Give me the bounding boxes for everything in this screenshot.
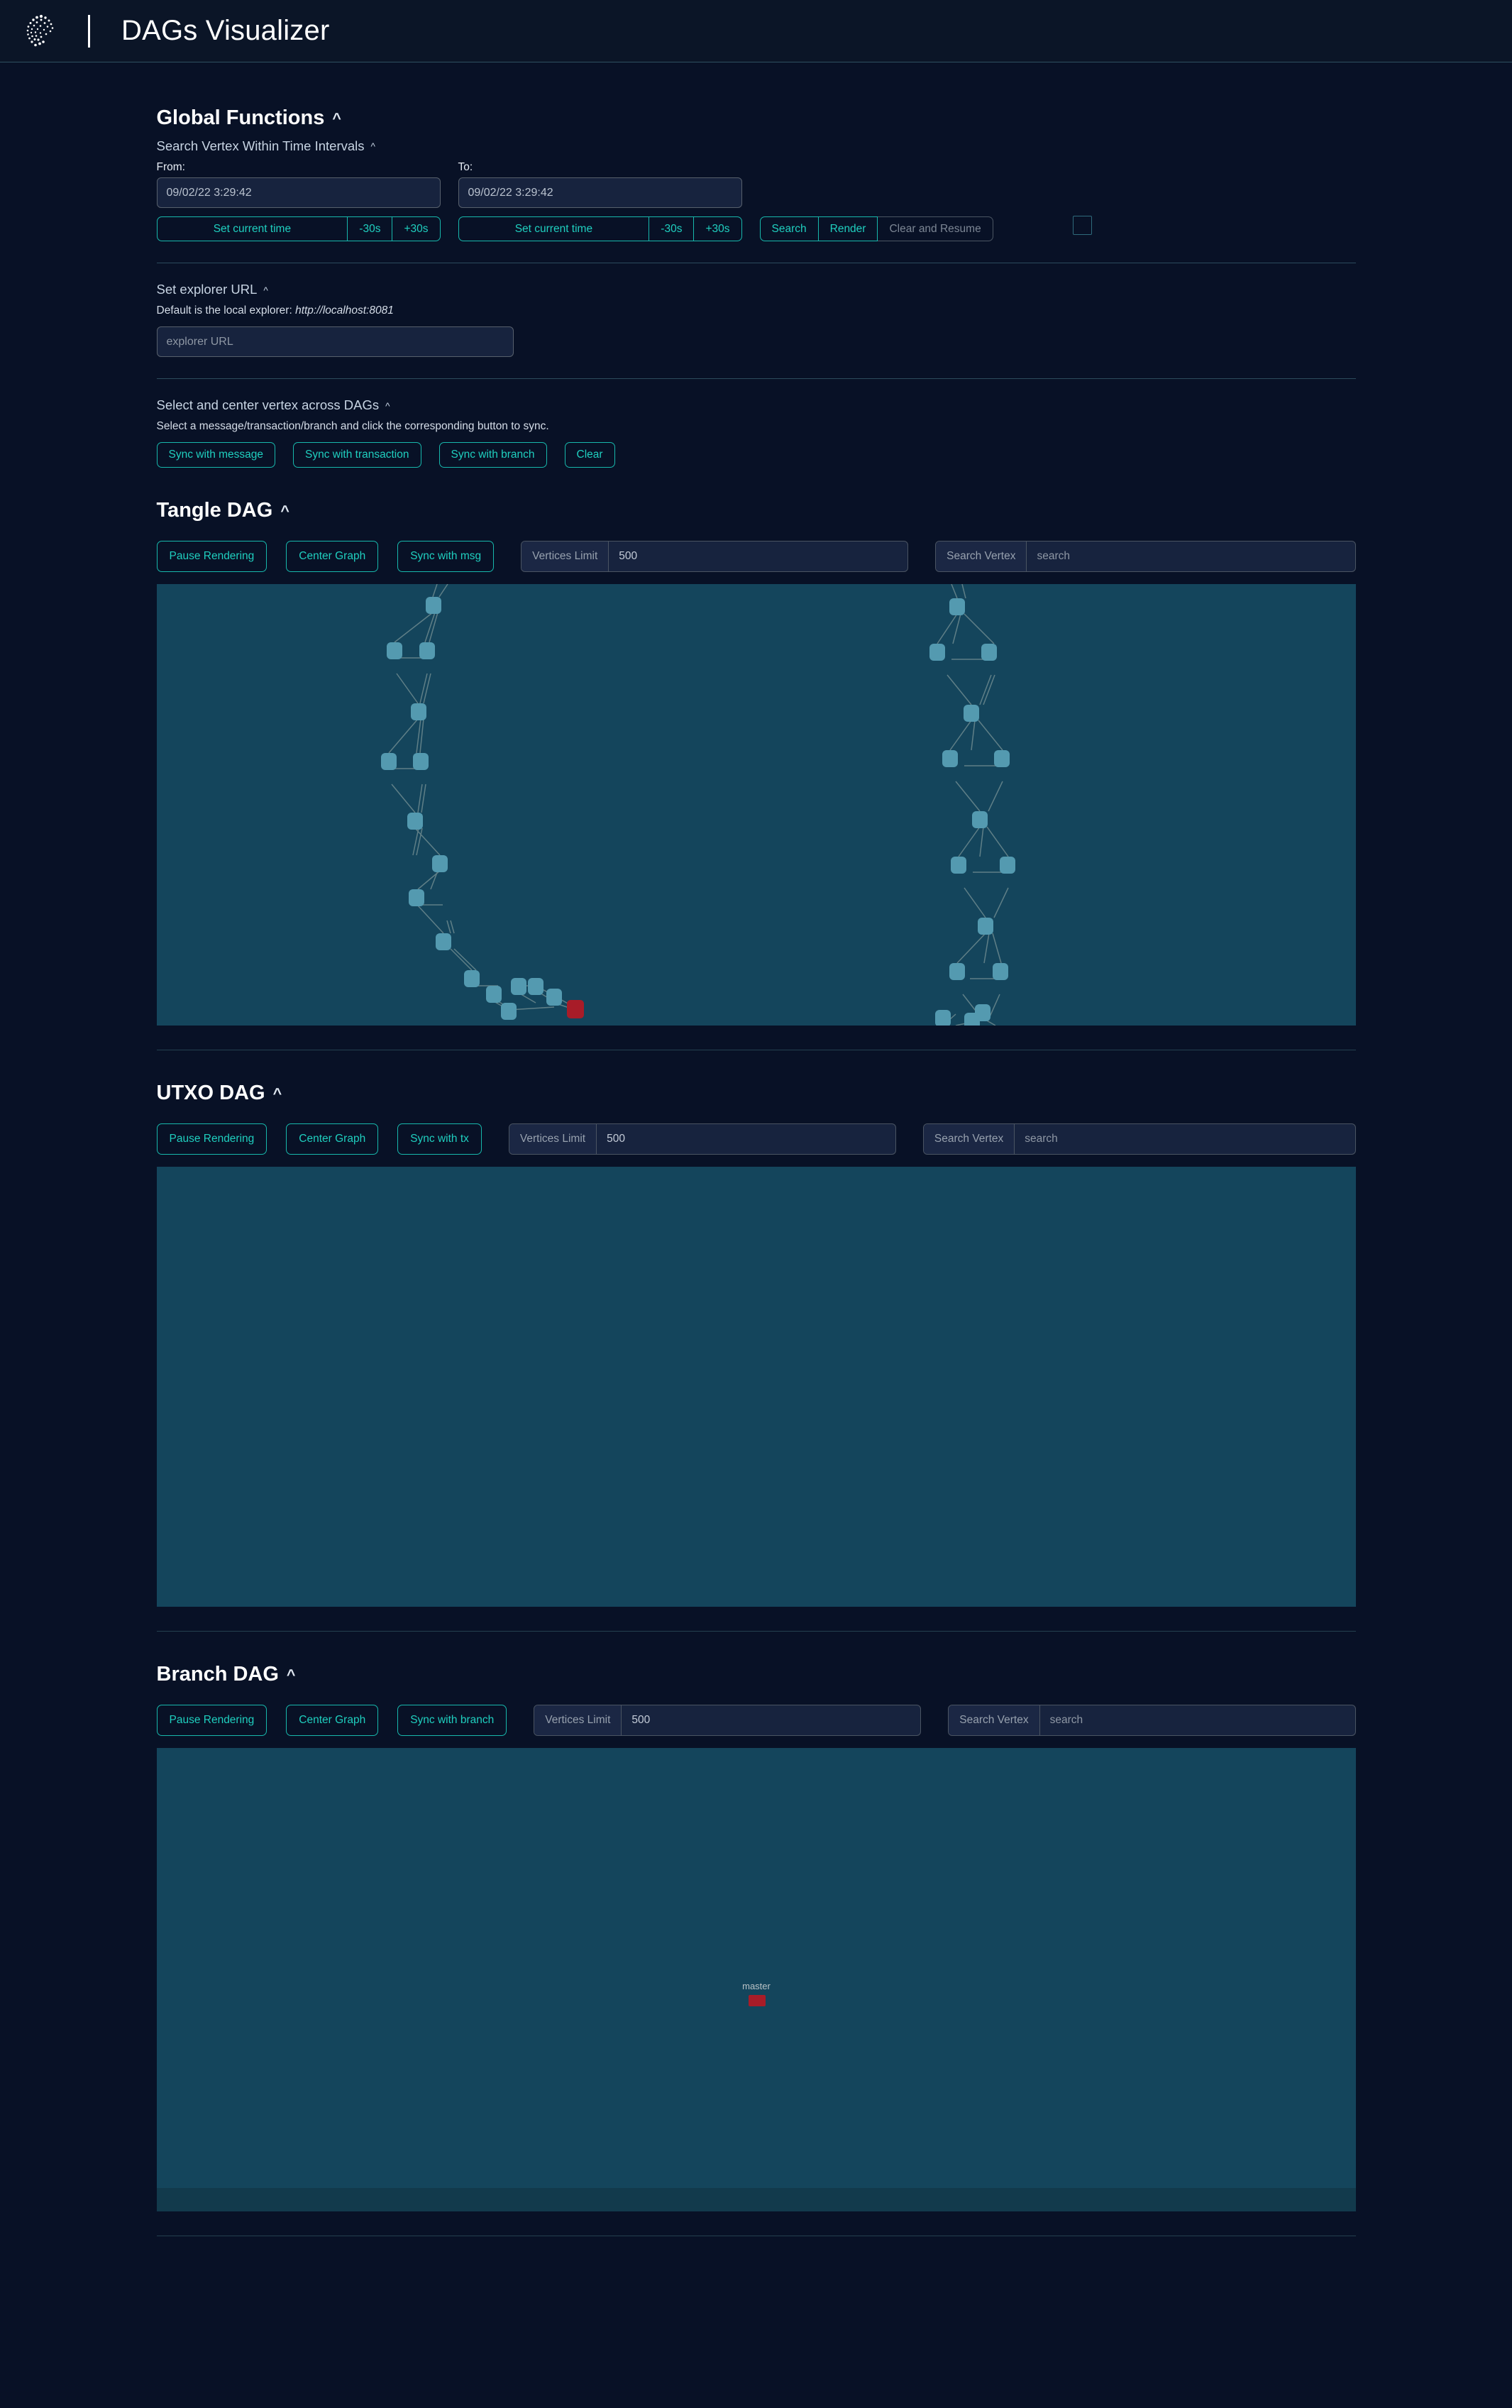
tangle-pause-rendering-button[interactable]: Pause Rendering — [156, 540, 267, 572]
time-search-title: Search Vertex Within Time Intervals — [156, 138, 365, 153]
utxo-sync-with-tx-button[interactable]: Sync with tx — [397, 1123, 482, 1155]
utxo-search-vertex-input[interactable] — [1015, 1123, 1355, 1154]
from-time-input[interactable] — [156, 177, 441, 208]
sync-across-description: Select a message/transaction/branch and … — [156, 420, 549, 433]
explorer-url-input[interactable] — [156, 326, 514, 358]
branch-search-vertex-label: Search Vertex — [949, 1705, 1040, 1735]
tangle-vertices-limit-input[interactable] — [609, 541, 908, 571]
tangle-edges — [387, 583, 1009, 1026]
chevron-up-icon[interactable]: ^ — [263, 285, 267, 296]
to-time-buttons: Set current time -30s +30s — [458, 216, 742, 242]
sync-across-title: Select and center vertex across DAGs — [156, 397, 380, 413]
sync-across-heading[interactable]: Select and center vertex across DAGs ^ — [157, 397, 1356, 413]
to-set-current-time-button[interactable]: Set current time — [458, 216, 650, 242]
clear-and-resume-button[interactable]: Clear and Resume — [878, 216, 993, 242]
branch-master-node — [748, 1994, 766, 2006]
tangle-nodes — [380, 596, 1015, 1026]
chevron-up-icon[interactable]: ^ — [273, 1086, 282, 1101]
branch-dag-title: Branch DAG — [156, 1662, 279, 1686]
to-time-input[interactable] — [458, 177, 742, 208]
tangle-vertices-limit-label: Vertices Limit — [522, 541, 609, 571]
tangle-dag-title: Tangle DAG — [156, 498, 273, 522]
sync-with-branch-button[interactable]: Sync with branch — [438, 442, 547, 468]
from-minus-30s-button[interactable]: -30s — [348, 216, 393, 242]
chevron-up-icon[interactable]: ^ — [287, 1667, 296, 1683]
branch-dag-toolbar: Pause Rendering Center Graph Sync with b… — [156, 1704, 1356, 1736]
sync-with-message-button[interactable]: Sync with message — [156, 442, 276, 468]
time-search-heading[interactable]: Search Vertex Within Time Intervals ^ — [157, 138, 1356, 154]
explorer-url-title: Set explorer URL — [156, 282, 258, 297]
tangle-search-vertex-group: Search Vertex — [935, 540, 1356, 572]
app-header: DAGs Visualizer — [0, 0, 1512, 62]
branch-vertices-limit-input[interactable] — [622, 1705, 921, 1735]
time-search-checkbox[interactable] — [1072, 216, 1092, 236]
branch-master-node-label: master — [742, 1981, 771, 1991]
explorer-url-default-value: http://localhost:8081 — [295, 304, 394, 317]
from-plus-30s-button[interactable]: +30s — [392, 216, 441, 242]
utxo-dag-canvas[interactable] — [156, 1166, 1356, 1607]
chevron-up-icon[interactable]: ^ — [280, 503, 289, 519]
branch-sync-with-branch-button[interactable]: Sync with branch — [397, 1704, 507, 1736]
global-functions-title: Global Functions — [156, 106, 325, 129]
to-minus-30s-button[interactable]: -30s — [649, 216, 695, 242]
utxo-pause-rendering-button[interactable]: Pause Rendering — [156, 1123, 267, 1155]
clear-button[interactable]: Clear — [564, 442, 615, 468]
chevron-up-icon[interactable]: ^ — [332, 111, 341, 126]
branch-vertices-limit-group: Vertices Limit — [534, 1704, 922, 1736]
to-label: To: — [458, 161, 473, 173]
utxo-dag-heading[interactable]: UTXO DAG ^ — [157, 1082, 1356, 1105]
utxo-center-graph-button[interactable]: Center Graph — [286, 1123, 379, 1155]
utxo-vertices-limit-group: Vertices Limit — [508, 1123, 896, 1155]
render-button[interactable]: Render — [818, 216, 878, 242]
branch-dag-canvas[interactable]: master — [156, 1747, 1356, 2188]
tangle-search-vertex-label: Search Vertex — [936, 541, 1027, 571]
tangle-dag-canvas[interactable] — [156, 583, 1356, 1026]
utxo-search-vertex-label: Search Vertex — [923, 1123, 1015, 1154]
branch-search-vertex-input[interactable] — [1039, 1705, 1355, 1735]
tangle-sync-with-msg-button[interactable]: Sync with msg — [397, 540, 495, 572]
section-divider — [156, 378, 1356, 380]
branch-dag-canvas-footer — [156, 2187, 1356, 2211]
from-label: From: — [156, 161, 185, 173]
utxo-vertices-limit-label: Vertices Limit — [509, 1123, 597, 1154]
tangle-center-graph-button[interactable]: Center Graph — [286, 540, 379, 572]
tangle-vertices-limit-group: Vertices Limit — [521, 540, 909, 572]
chevron-up-icon[interactable]: ^ — [385, 401, 390, 412]
utxo-dag-toolbar: Pause Rendering Center Graph Sync with t… — [156, 1123, 1356, 1155]
time-search-row: From: Set current time -30s +30s To: Set… — [156, 161, 1356, 242]
tangle-dag-toolbar: Pause Rendering Center Graph Sync with m… — [156, 540, 1356, 572]
app-title: DAGs Visualizer — [121, 15, 330, 46]
utxo-search-vertex-group: Search Vertex — [922, 1123, 1356, 1155]
utxo-vertices-limit-input[interactable] — [597, 1123, 895, 1154]
from-set-current-time-button[interactable]: Set current time — [156, 216, 348, 242]
to-column: To: Set current time -30s +30s — [458, 161, 742, 242]
search-button[interactable]: Search — [759, 216, 819, 242]
branch-pause-rendering-button[interactable]: Pause Rendering — [156, 1704, 267, 1736]
tangle-dag-heading[interactable]: Tangle DAG ^ — [157, 499, 1356, 522]
tangle-selected-node — [566, 999, 584, 1018]
sync-across-buttons: Sync with message Sync with transaction … — [156, 442, 1356, 468]
from-time-buttons: Set current time -30s +30s — [156, 216, 441, 242]
global-functions-heading[interactable]: Global Functions ^ — [157, 106, 1356, 130]
utxo-dag-title: UTXO DAG — [156, 1081, 265, 1104]
sync-with-transaction-button[interactable]: Sync with transaction — [293, 442, 421, 468]
chevron-up-icon[interactable]: ^ — [371, 142, 375, 152]
from-column: From: Set current time -30s +30s — [156, 161, 441, 242]
explorer-url-description: Default is the local explorer: http://lo… — [157, 304, 1356, 317]
to-plus-30s-button[interactable]: +30s — [694, 216, 742, 242]
time-search-actions: Search Render Clear and Resume — [759, 216, 993, 242]
header-divider — [88, 14, 90, 48]
explorer-url-description-prefix: Default is the local explorer: — [156, 304, 292, 317]
branch-search-vertex-group: Search Vertex — [948, 1704, 1356, 1736]
explorer-url-heading[interactable]: Set explorer URL ^ — [157, 282, 1356, 297]
iota-dots-logo-icon — [18, 9, 64, 54]
branch-dag-heading[interactable]: Branch DAG ^ — [157, 1663, 1356, 1686]
tangle-search-vertex-input[interactable] — [1027, 541, 1355, 571]
branch-vertices-limit-label: Vertices Limit — [534, 1705, 622, 1735]
branch-center-graph-button[interactable]: Center Graph — [286, 1704, 379, 1736]
